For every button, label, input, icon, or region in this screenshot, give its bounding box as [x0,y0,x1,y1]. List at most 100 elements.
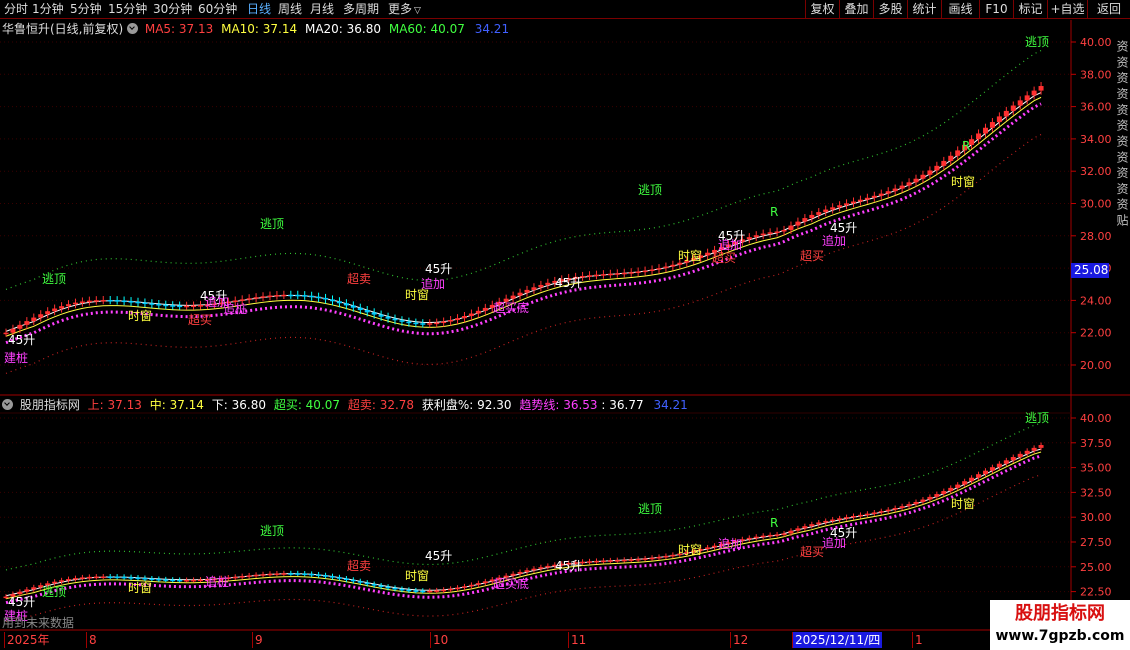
candle-body [288,573,294,575]
candle-body [323,297,329,300]
candle-body [86,576,92,579]
candle-body [857,199,863,202]
y-tick-label: 35.00 [1080,462,1112,475]
candle-body [274,573,280,575]
lower-band-line [5,133,1042,374]
candle-body [802,218,808,222]
candle-body [969,477,975,482]
upper-band-line [5,422,1042,571]
candle-body [955,150,961,156]
candle-body [545,282,551,285]
candle-body [941,491,947,495]
candle-body [392,318,398,321]
signal-overbuy: 超买 [712,250,736,265]
candle-body [267,573,273,576]
y-tick-label: 20.00 [1080,359,1112,372]
candle-body [996,463,1002,468]
candle-body [385,586,391,589]
signal-chase: 追加 [718,536,742,551]
y-tick-label: 28.00 [1080,230,1112,243]
candle-body [24,589,30,592]
candle-body [1017,100,1023,106]
candle-body [607,273,613,276]
candle-body [795,528,801,531]
candle-body [316,574,322,576]
candle-body [1003,110,1009,117]
candle-body [434,322,440,325]
candle-body [66,304,72,307]
candle-body [892,188,898,192]
candle-body [510,295,516,299]
candle-body [934,494,940,497]
candle-body [809,524,815,527]
candle-body [906,504,912,507]
candle-body [767,534,773,537]
candle-body [329,576,335,578]
candle-body [864,513,870,516]
candle-body [524,289,530,293]
candle-body [357,581,363,583]
signal-oversell: 超卖 [347,271,371,286]
candle-body [913,501,919,505]
y-tick-label: 37.50 [1080,437,1112,450]
candle-body [670,554,676,557]
y-tick-label: 40.00 [1080,36,1112,49]
candle-body [600,560,606,563]
signal-rise45: 45升 [425,549,452,563]
signal-escape-top: 逃顶 [1025,35,1049,49]
candle-body [45,311,51,315]
signal-timing: 时窗 [678,543,702,557]
candle-body [281,294,287,297]
candle-body [1010,105,1016,111]
candle-body [364,582,370,585]
candle-body [1017,453,1023,458]
candle-body [17,324,23,329]
candle-body [955,484,961,488]
candle-body [17,591,23,595]
candle-body [350,305,356,308]
ma-line-white [5,92,1042,332]
signal-timing: 时窗 [128,581,152,595]
signal-rise45: 45升 [555,276,582,290]
side-fund-text: 资 资 资 资 资 资 资 资 资 资 资 贴 [1115,40,1129,226]
y-tick-label: 27.50 [1080,536,1112,549]
candle-body [774,231,780,233]
candle-body [670,264,676,267]
candle-body [114,576,120,579]
kline-chart-canvas[interactable]: 逃顶逃顶逃顶逃顶45升45升45升45升45升45升时窗时窗时窗时窗追加追加追加… [0,0,1130,650]
candle-body [920,499,926,502]
candle-body [864,197,870,200]
signal-r-mark: R [770,205,778,219]
y-tick-label: 24.00 [1080,294,1112,307]
signal-timing: 时窗 [405,569,429,583]
candle-body [31,587,37,590]
candle-body [621,272,627,275]
candle-body [475,583,481,585]
candle-body [260,574,266,576]
candle-body [114,300,120,302]
candle-body [906,182,912,186]
candle-body [399,320,405,322]
candle-body [705,547,711,550]
candle-body [59,580,65,582]
signal-chase: 追加 [421,276,445,291]
candle-body [781,533,787,535]
y-tick-label: 32.00 [1080,165,1112,178]
candle-body [448,588,454,591]
candle-body [441,321,447,324]
candle-body [100,576,106,579]
candle-body [788,225,794,230]
signal-chase-pile: 追桩 [223,301,247,316]
candle-body [309,573,315,576]
candle-body [753,536,759,539]
candle-body [663,266,669,269]
signal-bottom: 超买底 [493,576,529,591]
candle-body [844,203,850,206]
candle-body [1038,86,1044,91]
candle-body [1031,90,1037,96]
candle-body [253,297,259,299]
candle-body [177,579,183,582]
candle-body [177,305,183,308]
signal-chase: 追加 [822,233,846,248]
candle-body [239,576,245,578]
